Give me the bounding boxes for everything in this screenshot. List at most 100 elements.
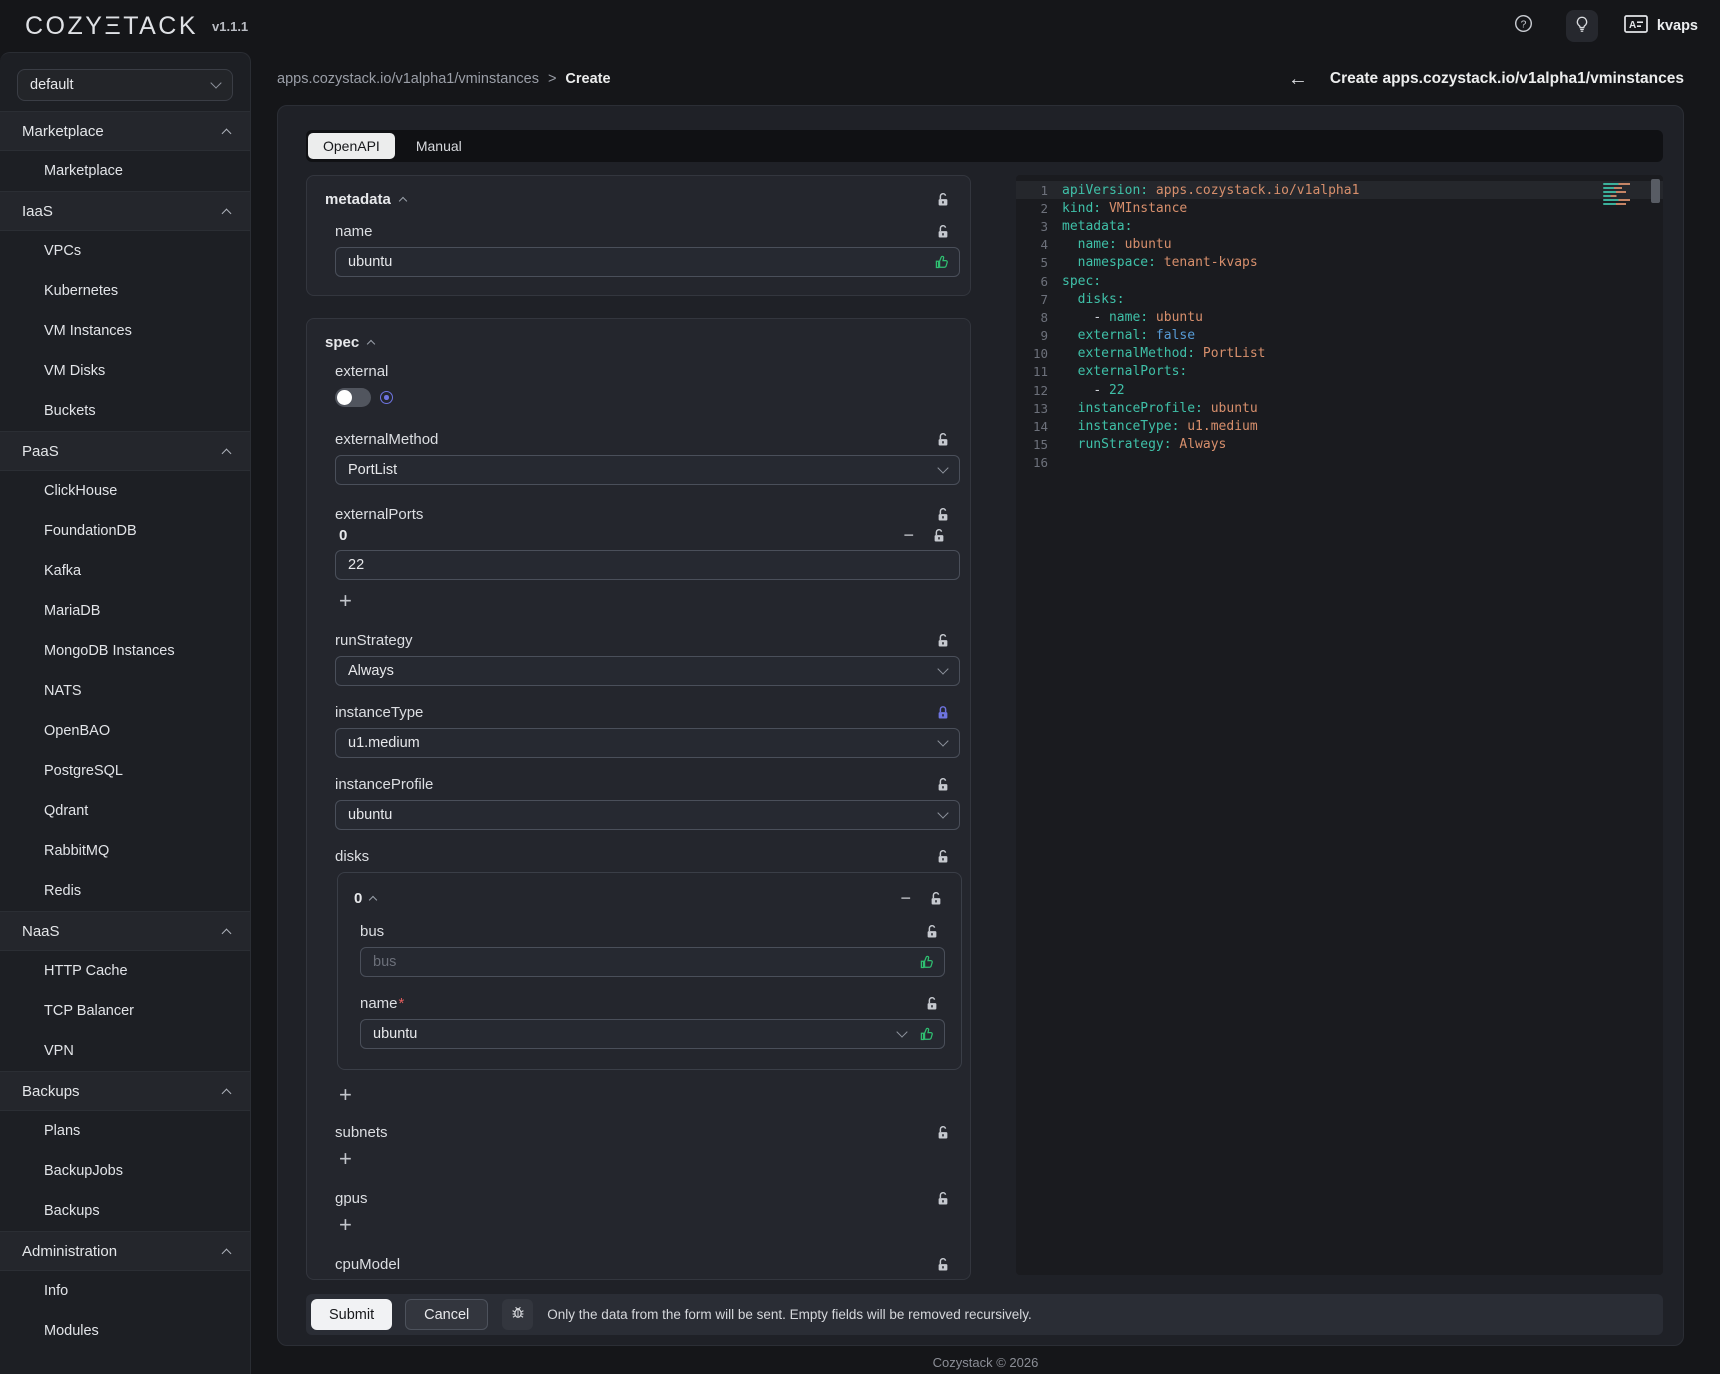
- spec-section-header[interactable]: spec: [325, 331, 958, 353]
- yaml-editor[interactable]: 1apiVersion: apps.cozystack.io/v1alpha12…: [1016, 175, 1663, 1275]
- sidebar-item-backups[interactable]: Backups: [0, 1191, 250, 1231]
- externalmethod-lock-icon[interactable]: [936, 432, 950, 447]
- sidebar-group-label: IaaS: [22, 203, 53, 220]
- sidebar-item-rabbitmq[interactable]: RabbitMQ: [0, 831, 250, 871]
- disks-item-header[interactable]: 0 −: [354, 887, 947, 909]
- line-number: 4: [1016, 237, 1062, 252]
- editor-minimap[interactable]: [1603, 183, 1637, 223]
- sidebar-item-mariadb[interactable]: MariaDB: [0, 591, 250, 631]
- metadata-section: metadata name: [306, 175, 971, 296]
- cancel-button[interactable]: Cancel: [405, 1299, 488, 1330]
- code-text: - name: ubuntu: [1062, 310, 1203, 325]
- externalports-item-lock-icon[interactable]: [932, 528, 946, 543]
- instancetype-lock-icon-locked[interactable]: [936, 705, 950, 720]
- sidebar-item-qdrant[interactable]: Qdrant: [0, 791, 250, 831]
- app-logo[interactable]: COZYΞTACK: [25, 12, 198, 41]
- disks-item-index: 0: [354, 890, 362, 907]
- line-number: 15: [1016, 437, 1062, 452]
- sidebar-groups: MarketplaceMarketplace IaaS VPCsKubernetes…: [0, 111, 250, 1351]
- metadata-section-header[interactable]: metadata: [325, 188, 958, 210]
- externalports-field-label: externalPorts: [335, 506, 423, 523]
- remove-item-button[interactable]: −: [903, 526, 914, 544]
- sidebar-group-marketplace[interactable]: Marketplace: [0, 111, 250, 151]
- editor-scrollbar[interactable]: [1650, 177, 1661, 1273]
- theme-toggle-button[interactable]: [1566, 10, 1598, 42]
- sidebar-item-clickhouse[interactable]: ClickHouse: [0, 471, 250, 511]
- sidebar-item-marketplace[interactable]: Marketplace: [0, 151, 250, 191]
- help-button[interactable]: ?: [1508, 10, 1540, 42]
- scrollbar-thumb[interactable]: [1651, 179, 1660, 203]
- sidebar-item-vpcs[interactable]: VPCs: [0, 231, 250, 271]
- sidebar-item-vm-instances[interactable]: VM Instances: [0, 311, 250, 351]
- sidebar-group-paas[interactable]: PaaS: [0, 431, 250, 471]
- user-menu[interactable]: A kvaps: [1624, 14, 1698, 39]
- remove-disk-button[interactable]: −: [900, 889, 911, 907]
- add-externalport-button[interactable]: +: [339, 590, 359, 612]
- sidebar-item-openbao[interactable]: OpenBAO: [0, 711, 250, 751]
- back-arrow-icon[interactable]: ←: [1288, 69, 1308, 89]
- sidebar-item-redis[interactable]: Redis: [0, 871, 250, 911]
- debug-button[interactable]: [502, 1299, 533, 1330]
- namespace-select[interactable]: default: [17, 69, 233, 101]
- sidebar-item-foundationdb[interactable]: FoundationDB: [0, 511, 250, 551]
- sidebar-group-administration[interactable]: Administration: [0, 1231, 250, 1271]
- instanceprofile-lock-icon[interactable]: [936, 777, 950, 792]
- line-number: 13: [1016, 401, 1062, 416]
- disks-lock-icon[interactable]: [936, 849, 950, 864]
- sidebar-item-mongodb-instances[interactable]: MongoDB Instances: [0, 631, 250, 671]
- name-lock-icon[interactable]: [936, 224, 950, 239]
- sidebar-item-kafka[interactable]: Kafka: [0, 551, 250, 591]
- externalports-0-input[interactable]: [335, 550, 960, 580]
- disks-item-lock-icon[interactable]: [929, 891, 943, 906]
- gpus-lock-icon[interactable]: [936, 1191, 950, 1206]
- chevron-down-icon: [937, 663, 948, 674]
- code-line: 10 externalMethod: PortList: [1016, 345, 1663, 363]
- sidebar-group-iaas[interactable]: IaaS: [0, 191, 250, 231]
- sidebar-item-http-cache[interactable]: HTTP Cache: [0, 951, 250, 991]
- bus-lock-icon[interactable]: [925, 924, 939, 939]
- line-number: 11: [1016, 364, 1062, 379]
- subnets-lock-icon[interactable]: [936, 1125, 950, 1140]
- runstrategy-select[interactable]: Always: [335, 656, 960, 686]
- externalports-lock-icon[interactable]: [936, 507, 950, 522]
- sidebar-item-vm-disks[interactable]: VM Disks: [0, 351, 250, 391]
- diskname-lock-icon[interactable]: [925, 996, 939, 1011]
- code-text: spec:: [1062, 274, 1101, 289]
- instancetype-select[interactable]: u1.medium: [335, 728, 960, 758]
- sidebar-item-nats[interactable]: NATS: [0, 671, 250, 711]
- code-text: external: false: [1062, 328, 1195, 343]
- code-line: 2kind: VMInstance: [1016, 199, 1663, 217]
- breadcrumb-separator: >: [548, 71, 556, 87]
- metadata-lock-icon[interactable]: [936, 192, 950, 207]
- default-value-icon[interactable]: [380, 391, 393, 404]
- instancetype-value: u1.medium: [348, 735, 420, 751]
- sidebar-item-backupjobs[interactable]: BackupJobs: [0, 1151, 250, 1191]
- instanceprofile-select[interactable]: ubuntu: [335, 800, 960, 830]
- bus-input[interactable]: [360, 947, 945, 977]
- sidebar-item-plans[interactable]: Plans: [0, 1111, 250, 1151]
- sidebar-group-backups[interactable]: Backups: [0, 1071, 250, 1111]
- sidebar-item-modules[interactable]: Modules: [0, 1311, 250, 1351]
- breadcrumb-path-link[interactable]: apps.cozystack.io/v1alpha1/vminstances: [277, 71, 539, 87]
- metadata-name-input[interactable]: [335, 247, 960, 277]
- add-subnet-button[interactable]: +: [339, 1148, 359, 1170]
- cpumodel-lock-icon[interactable]: [936, 1257, 950, 1272]
- breadcrumb: apps.cozystack.io/v1alpha1/vminstances >…: [251, 52, 1720, 105]
- sidebar-item-kubernetes[interactable]: Kubernetes: [0, 271, 250, 311]
- external-toggle[interactable]: [335, 388, 371, 407]
- submit-button[interactable]: Submit: [311, 1299, 392, 1330]
- add-disk-button[interactable]: +: [339, 1084, 359, 1106]
- tab-manual[interactable]: Manual: [401, 133, 477, 159]
- sidebar-item-buckets[interactable]: Buckets: [0, 391, 250, 431]
- add-gpu-button[interactable]: +: [339, 1214, 359, 1236]
- sidebar-item-tcp-balancer[interactable]: TCP Balancer: [0, 991, 250, 1031]
- diskname-select[interactable]: ubuntu: [360, 1019, 945, 1049]
- tab-openapi[interactable]: OpenAPI: [308, 133, 395, 159]
- code-text: instanceType: u1.medium: [1062, 419, 1258, 434]
- externalmethod-select[interactable]: PortList: [335, 455, 960, 485]
- sidebar-item-vpn[interactable]: VPN: [0, 1031, 250, 1071]
- sidebar-group-naas[interactable]: NaaS: [0, 911, 250, 951]
- runstrategy-lock-icon[interactable]: [936, 633, 950, 648]
- sidebar-item-info[interactable]: Info: [0, 1271, 250, 1311]
- sidebar-item-postgresql[interactable]: PostgreSQL: [0, 751, 250, 791]
